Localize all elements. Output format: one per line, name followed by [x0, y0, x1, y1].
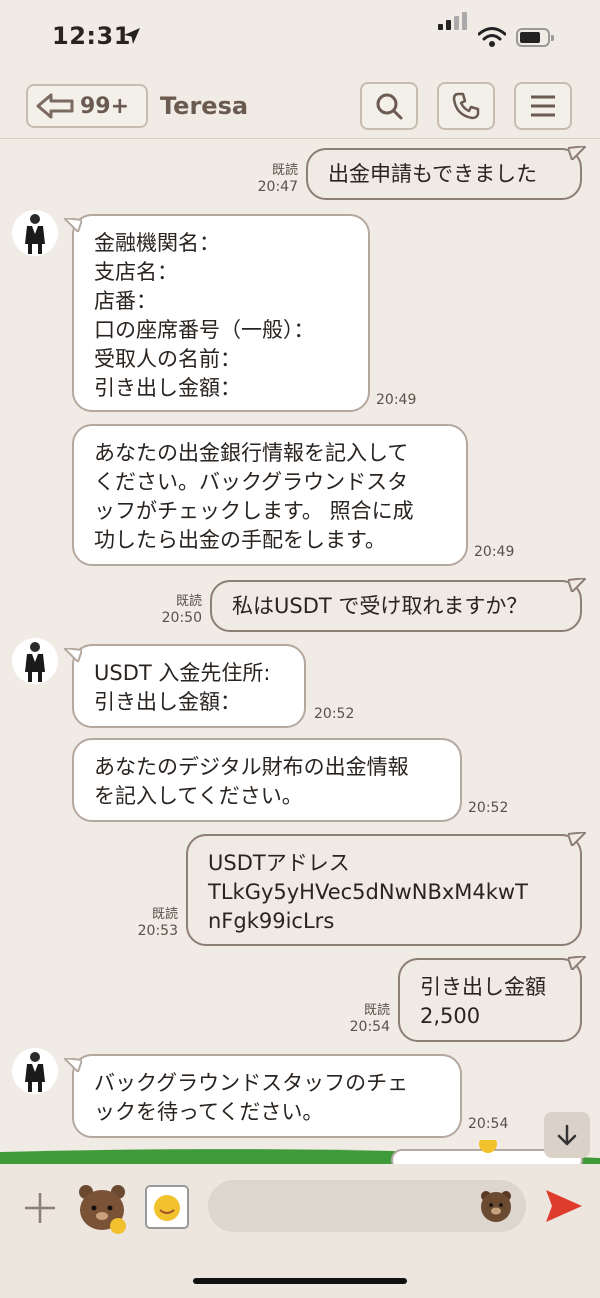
scroll-to-bottom-button[interactable] — [544, 1112, 590, 1158]
back-arrow-icon — [36, 93, 74, 119]
send-icon[interactable] — [544, 1188, 584, 1224]
message-bubble-incoming[interactable]: バックグラウンドスタッフのチェ ックを待ってください。 — [72, 1054, 462, 1138]
message-input[interactable] — [208, 1180, 526, 1232]
message-bubble-outgoing[interactable]: 私はUSDT で受け取れますか？ — [210, 580, 582, 632]
battery-icon — [516, 28, 554, 47]
avatar[interactable] — [12, 210, 58, 256]
bear-emoji-icon[interactable] — [478, 1188, 514, 1224]
read-receipt: 既読 — [363, 1003, 390, 1018]
status-time: 12:31 — [52, 22, 131, 50]
read-receipt: 既読 — [175, 594, 202, 609]
message-bubble-outgoing[interactable]: 引き出し金額 2,500 — [398, 958, 582, 1042]
bubble-tail — [64, 218, 82, 232]
avatar[interactable] — [12, 1048, 58, 1094]
message-meta: 既読 20:53 — [120, 906, 178, 940]
back-button[interactable]: 99+ — [26, 84, 148, 128]
message-meta: 既読 20:50 — [144, 593, 202, 627]
bubble-tail — [568, 578, 586, 592]
status-bar: 12:31 — [0, 0, 600, 78]
avatar[interactable] — [12, 638, 58, 684]
message-time: 20:54 — [468, 1116, 509, 1132]
message-time: 20:49 — [376, 392, 417, 408]
message-time: 20:49 — [474, 544, 515, 560]
read-receipt: 既読 — [151, 907, 178, 922]
message-bubble-outgoing[interactable]: 出金申請もできました — [306, 148, 582, 200]
message-meta: 既読 20:47 — [240, 162, 298, 196]
message-time: 20:54 — [349, 1019, 390, 1035]
menu-button[interactable] — [514, 82, 572, 130]
chat-title: Teresa — [160, 92, 249, 120]
bubble-tail — [64, 1058, 82, 1072]
message-time: 20:52 — [314, 706, 355, 722]
message-bubble-incoming[interactable]: 金融機関名： 支店名： 店番： 口の座席番号（一般）： 受取人の名前： 引き出し… — [72, 214, 370, 412]
avatar-person-icon — [25, 214, 45, 254]
chat-header: 99+ Teresa — [0, 78, 600, 139]
message-bubble-incoming[interactable]: あなたのデジタル財布の出金情報 を記入してください。 — [72, 738, 462, 822]
avatar-person-icon — [25, 1052, 45, 1092]
read-receipt: 既読 — [271, 163, 298, 178]
unread-count: 99+ — [80, 94, 130, 119]
bubble-tail — [64, 648, 82, 662]
home-indicator — [193, 1278, 407, 1284]
plus-icon[interactable] — [22, 1190, 58, 1226]
message-bubble-incoming[interactable]: USDT 入金先住所: 引き出し金額： — [72, 644, 306, 728]
bubble-tail — [568, 146, 586, 160]
message-time: 20:47 — [257, 179, 298, 195]
sticker-icon[interactable] — [142, 1182, 192, 1232]
bubble-tail — [568, 832, 586, 846]
message-meta: 既読 20:54 — [332, 1002, 390, 1036]
message-time: 20:53 — [137, 923, 178, 939]
location-arrow-icon — [124, 28, 140, 44]
message-time: 20:52 — [468, 800, 509, 816]
avatar-person-icon — [25, 642, 45, 682]
sticker-icon[interactable] — [74, 1180, 130, 1236]
message-bubble-outgoing[interactable]: USDTアドレス TLkGy5yHVec5dNwNBxM4kwT nFgk99i… — [186, 834, 582, 946]
bubble-tail — [568, 956, 586, 970]
arrow-down-icon — [557, 1124, 577, 1146]
phone-icon — [452, 92, 480, 120]
search-icon — [376, 93, 403, 120]
menu-icon — [531, 95, 555, 117]
call-button[interactable] — [437, 82, 495, 130]
search-button[interactable] — [360, 82, 418, 130]
wifi-icon — [478, 27, 506, 47]
message-time: 20:50 — [161, 610, 202, 626]
message-bubble-incoming[interactable]: あなたの出金銀行情報を記入して ください。バックグラウンドスタ ッフがチェックし… — [72, 424, 468, 566]
